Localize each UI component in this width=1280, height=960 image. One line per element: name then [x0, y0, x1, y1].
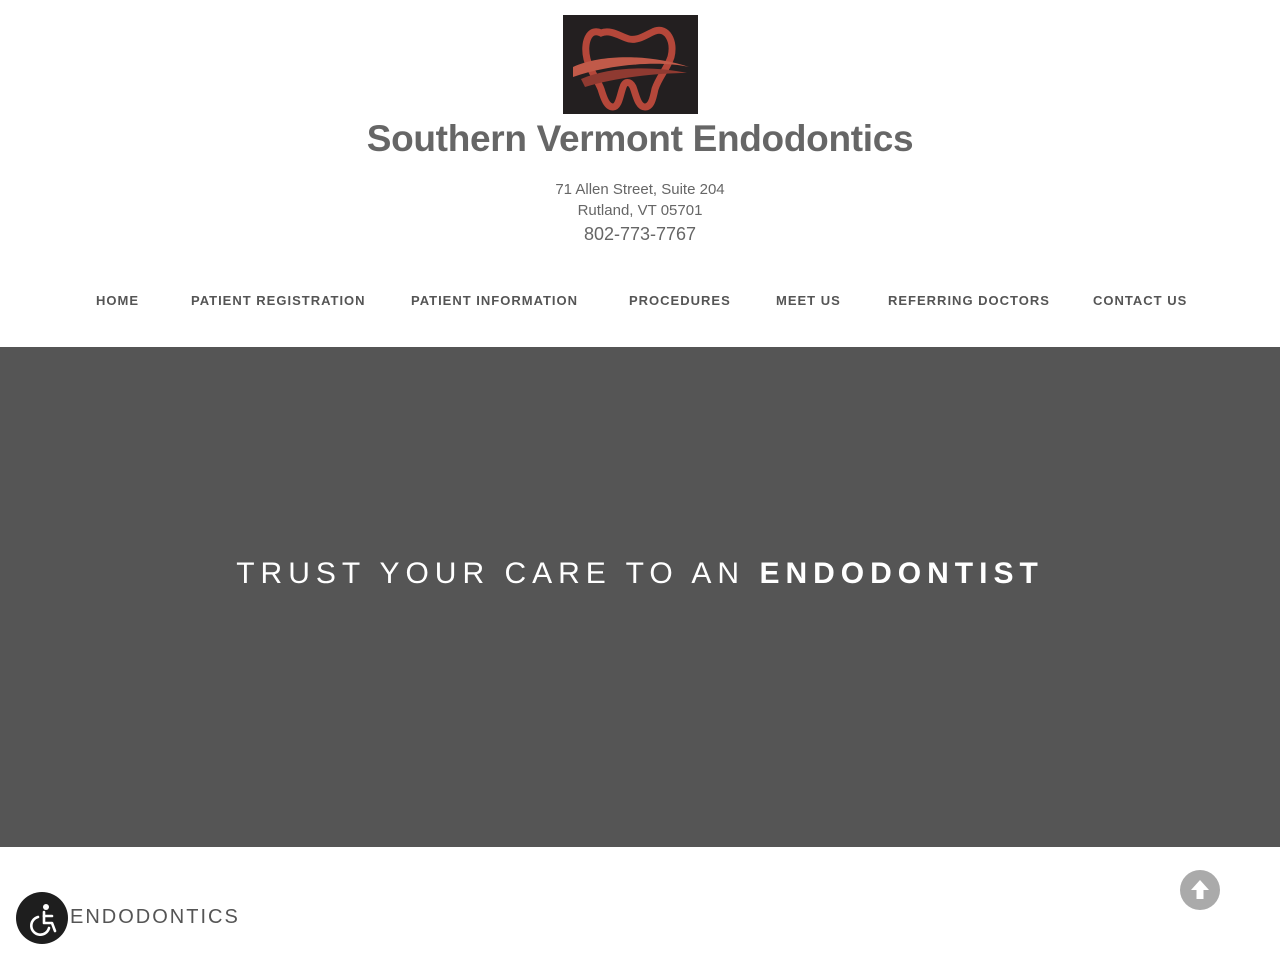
nav-item-procedures[interactable]: PROCEDURES	[629, 293, 731, 308]
section-heading: ENDODONTICS	[70, 906, 240, 928]
address-line-2: Rutland, VT 05701	[577, 202, 703, 219]
nav-item-meet-us[interactable]: MEET US	[776, 293, 841, 308]
nav-item-patient-registration[interactable]: PATIENT REGISTRATION	[191, 293, 366, 308]
hero-banner: TRUST YOUR CARE TO AN ENDODONTIST	[0, 347, 1280, 847]
wheelchair-accessibility-icon[interactable]	[16, 892, 68, 944]
hero-tagline-bold: ENDODONTIST	[759, 557, 1044, 590]
nav-item-patient-information[interactable]: PATIENT INFORMATION	[411, 293, 578, 308]
nav-item-referring-doctors[interactable]: REFERRING DOCTORS	[888, 293, 1050, 308]
site-title[interactable]: Southern Vermont Endodontics	[0, 118, 1280, 160]
nav-item-home[interactable]: HOME	[96, 293, 139, 308]
address-line-1: 71 Allen Street, Suite 204	[555, 181, 725, 198]
tooth-logo-icon[interactable]	[563, 15, 698, 114]
arrow-up-icon[interactable]	[1180, 870, 1220, 910]
site-header: Southern Vermont Endodontics 71 Allen St…	[0, 0, 1280, 347]
hero-tagline-light: TRUST YOUR CARE TO AN	[236, 557, 746, 590]
nav-item-contact-us[interactable]: CONTACT US	[1093, 293, 1187, 308]
hero-tagline: TRUST YOUR CARE TO AN ENDODONTIST	[0, 557, 1280, 591]
phone-number[interactable]: 802-773-7767	[0, 224, 1280, 245]
